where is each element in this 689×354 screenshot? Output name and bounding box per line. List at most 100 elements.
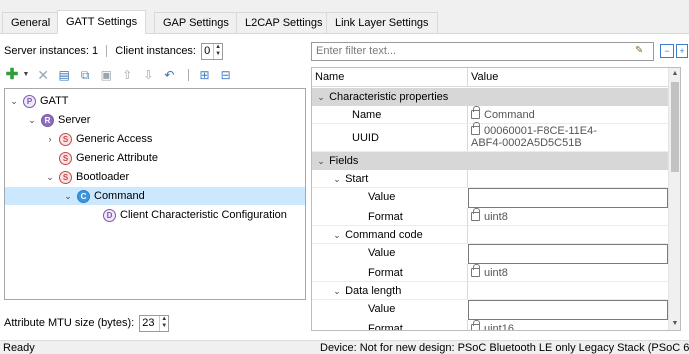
tree-node-label: Generic Access	[76, 133, 153, 145]
grid-row-value: 00060001-F8CE-11E4- ABF4-0002A5D5C51B	[471, 125, 597, 149]
grid-row-name: Value	[368, 247, 396, 259]
clear-filter-icon[interactable]: ✎	[635, 45, 647, 57]
service-icon: S	[59, 170, 72, 184]
profile-icon: P	[23, 94, 36, 108]
tree-node-generic-attribute[interactable]: S Generic Attribute	[45, 149, 158, 167]
tree-node-label: Bootloader	[76, 171, 130, 183]
expand-all-icon[interactable]: ⊞	[197, 67, 213, 83]
status-text: Ready	[3, 342, 35, 354]
grid-row[interactable]: Format uint8	[312, 264, 669, 282]
expand-all-icon[interactable]: +	[676, 44, 688, 58]
paste-icon[interactable]: ▣	[98, 67, 114, 83]
lock-icon	[471, 320, 480, 330]
grid-row[interactable]: Value	[312, 244, 669, 264]
undo-icon[interactable]: ↶	[161, 67, 177, 83]
lock-icon	[471, 264, 480, 277]
grid-row-name: Data length	[345, 285, 402, 297]
filter-input[interactable]: Enter filter text... ✎	[311, 42, 654, 61]
client-instances-value: 0	[204, 44, 211, 57]
tree-node-label: Generic Attribute	[76, 152, 158, 164]
column-header-name[interactable]: Name	[315, 68, 344, 87]
grid-row-name: Start	[345, 173, 369, 185]
grid-row[interactable]: Format uint8	[312, 208, 669, 226]
tree-node-label: Command	[94, 190, 145, 202]
grid-row[interactable]: Value	[312, 188, 669, 208]
tree-node-command[interactable]: ⌄ C Command	[5, 187, 305, 205]
tree-node-server[interactable]: ⌄ R Server	[27, 111, 90, 129]
tree-node-gatt[interactable]: ⌄ P GATT	[9, 92, 69, 110]
spinner-arrows-icon[interactable]: ▲ ▼	[159, 315, 168, 331]
tree-node-generic-access[interactable]: › S Generic Access	[45, 130, 152, 148]
chevron-down-icon[interactable]: ⌄	[9, 92, 19, 110]
grid-row[interactable]: Value	[312, 300, 669, 320]
column-header-value[interactable]: Value	[471, 68, 498, 87]
characteristic-icon: C	[77, 189, 90, 203]
grid-scrollbar[interactable]: ▲ ▼	[668, 68, 680, 330]
grid-row-subgroup[interactable]: ⌄ Data length	[312, 282, 669, 300]
chevron-down-icon[interactable]: ⌄	[316, 88, 326, 106]
grid-row-name: Name	[352, 109, 382, 121]
lock-icon	[471, 122, 480, 135]
mtu-value: 23	[142, 316, 155, 329]
start-value-input[interactable]	[468, 188, 668, 208]
device-info: Device: Not for new design: PSoC Bluetoo…	[320, 342, 689, 354]
grid-row-group[interactable]: ⌄ Characteristic properties	[312, 88, 669, 106]
service-icon: S	[59, 132, 72, 146]
chevron-down-icon[interactable]: ⌄	[316, 152, 326, 170]
instances-bar: Server instances: 1 Client instances: 0 …	[4, 42, 224, 60]
grid-row-name: UUID	[352, 132, 379, 144]
server-instances-label: Server instances: 1	[4, 45, 99, 57]
grid-row-subgroup[interactable]: ⌄ Start	[312, 170, 669, 188]
collapse-all-icon[interactable]: ⊟	[218, 67, 234, 83]
role-icon: R	[41, 113, 54, 127]
spinner-arrows-icon[interactable]: ▲ ▼	[213, 43, 222, 59]
chevron-down-icon[interactable]: ⌄	[45, 168, 55, 186]
tab-general[interactable]: General	[2, 12, 60, 33]
move-up-icon[interactable]: ⇧	[119, 67, 135, 83]
scroll-down-icon[interactable]: ▼	[669, 318, 680, 330]
tab-l2cap-settings[interactable]: L2CAP Settings	[236, 12, 332, 33]
dropdown-arrow-icon[interactable]: ▼	[22, 67, 30, 83]
data-length-value-input[interactable]	[468, 300, 668, 320]
gatt-tree: ⌄ P GATT ⌄ R Server › S Generic Access S Generi…	[4, 88, 306, 300]
chevron-down-icon[interactable]: ⌄	[27, 111, 37, 129]
chevron-down-icon[interactable]: ⌄	[332, 226, 342, 244]
add-icon[interactable]: ✚	[4, 67, 20, 83]
grid-row-name: Command code	[345, 229, 423, 241]
filter-placeholder: Enter filter text...	[316, 45, 397, 57]
copy-icon[interactable]: ⧉	[77, 67, 93, 83]
service-icon: S	[59, 151, 72, 165]
client-instances-label: Client instances:	[115, 45, 196, 57]
grid-row-value: uint8	[484, 211, 508, 223]
grid-row-name: Value	[368, 303, 396, 315]
grid-row[interactable]: Format uint16	[312, 320, 669, 330]
tree-toolbar: ✚ ▼ ✕ ▤ ⧉ ▣ ⇧ ⇩ ↶ ⊞ ⊟	[4, 67, 236, 85]
grid-row-subgroup[interactable]: ⌄ Command code	[312, 226, 669, 244]
move-down-icon[interactable]: ⇩	[140, 67, 156, 83]
tree-node-bootloader[interactable]: ⌄ S Bootloader	[45, 168, 129, 186]
chevron-down-icon[interactable]: ⌄	[63, 187, 73, 205]
lock-icon	[471, 208, 480, 221]
tree-node-label: GATT	[40, 95, 69, 107]
chevron-right-icon[interactable]: ›	[45, 130, 55, 148]
collapse-all-icon[interactable]: −	[660, 44, 674, 58]
tab-gap-settings[interactable]: GAP Settings	[154, 12, 238, 33]
tab-link-layer-settings[interactable]: Link Layer Settings	[326, 12, 438, 33]
grid-row[interactable]: UUID 00060001-F8CE-11E4- ABF4-0002A5D5C5…	[312, 122, 669, 152]
grid-row-group[interactable]: ⌄ Fields	[312, 152, 669, 170]
mtu-spinner[interactable]: 23 ▲ ▼	[139, 314, 170, 332]
descriptor-icon: D	[103, 208, 116, 222]
scrollbar-thumb[interactable]	[671, 82, 679, 172]
scroll-up-icon[interactable]: ▲	[669, 68, 680, 80]
command-code-value-input[interactable]	[468, 244, 668, 264]
gatt-settings-panel: Server instances: 1 Client instances: 0 …	[0, 34, 689, 340]
status-bar: Ready Device: Not for new design: PSoC B…	[0, 340, 689, 354]
tree-node-client-characteristic-configuration[interactable]: D Client Characteristic Configuration	[99, 206, 287, 224]
grid-row[interactable]: Name Command	[312, 106, 669, 124]
import-icon[interactable]: ▤	[56, 67, 72, 83]
tab-gatt-settings[interactable]: GATT Settings	[57, 10, 147, 34]
client-instances-spinner[interactable]: 0 ▲ ▼	[201, 42, 224, 60]
chevron-down-icon[interactable]: ⌄	[332, 170, 342, 188]
delete-icon[interactable]: ✕	[35, 67, 51, 83]
chevron-down-icon[interactable]: ⌄	[332, 282, 342, 300]
